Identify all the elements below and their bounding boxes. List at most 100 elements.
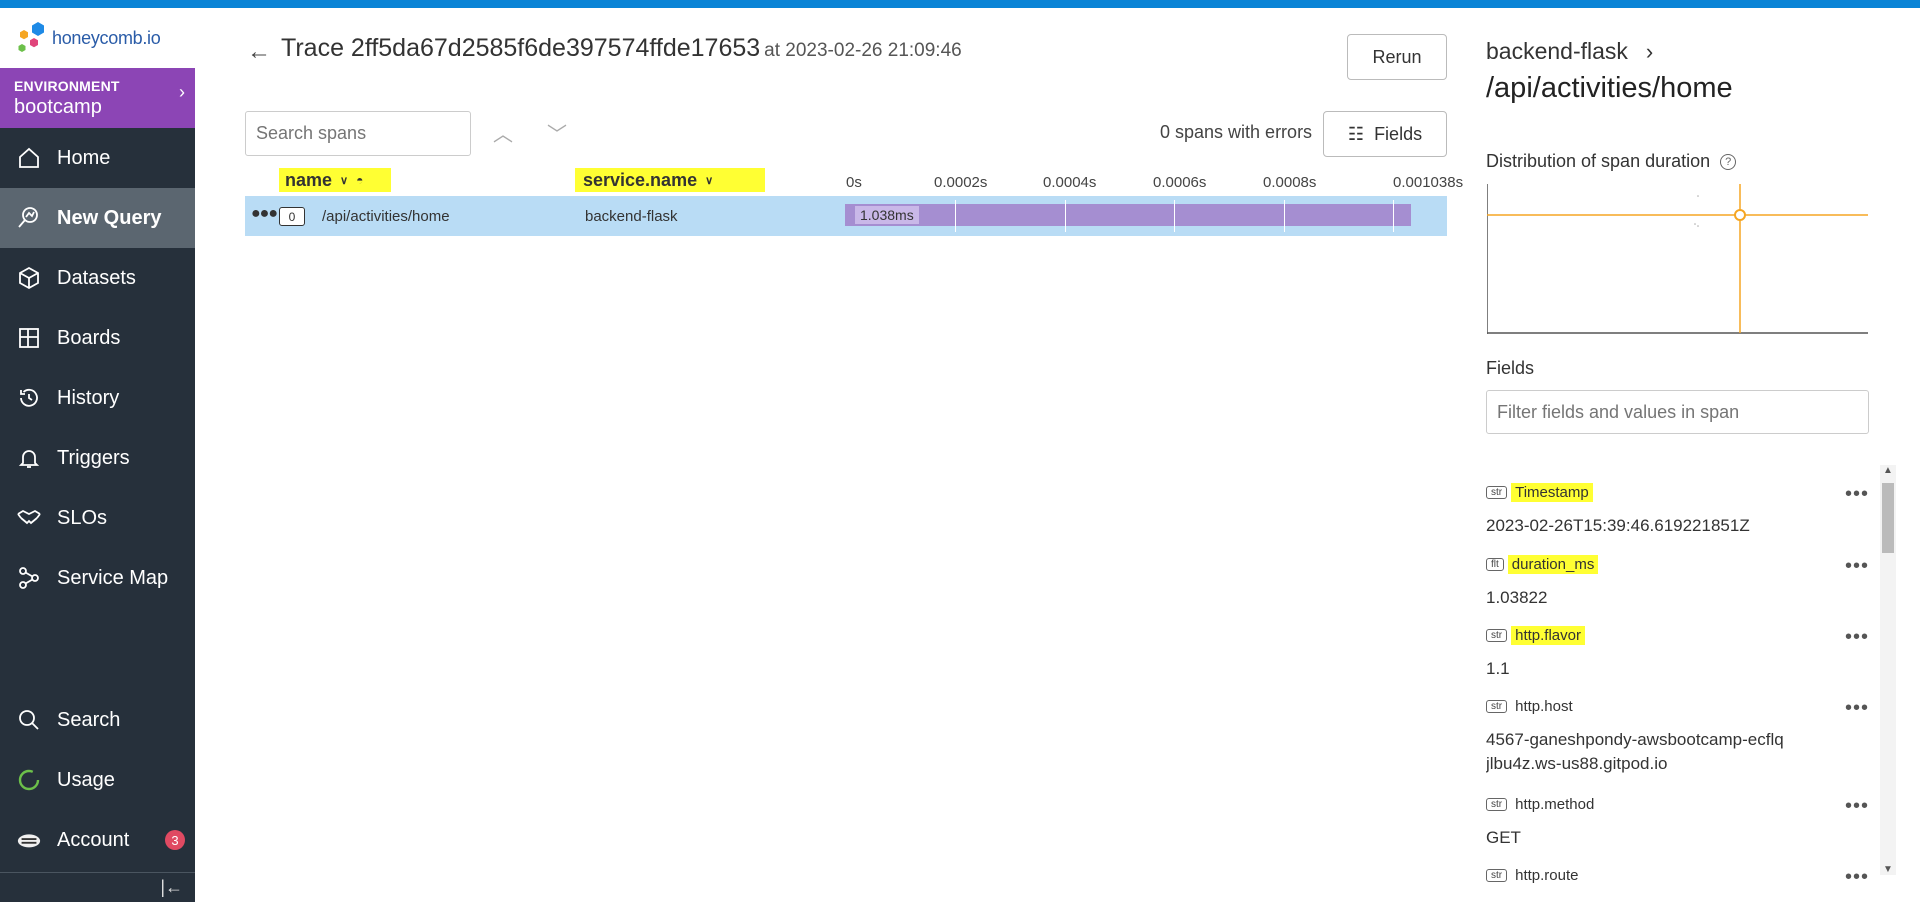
graph-icon: [16, 565, 42, 591]
span-row[interactable]: ●●● 0 /api/activities/home backend-flask…: [245, 196, 1447, 236]
field-type-badge: str: [1486, 869, 1508, 882]
trace-panel: ← Trace 2ff5da67d2585f6de397574ffde17653…: [195, 8, 1463, 902]
top-accent-bar: [0, 0, 1920, 8]
nav-search-label: Search: [57, 708, 121, 731]
nav-datasets[interactable]: Datasets: [0, 248, 195, 308]
nav-new-query[interactable]: New Query: [0, 188, 195, 248]
nav-home[interactable]: Home: [0, 128, 195, 188]
fields-button[interactable]: ☷ Fields: [1323, 111, 1447, 157]
more-options-icon[interactable]: ●●●: [251, 205, 278, 223]
nav-search[interactable]: Search: [0, 690, 195, 750]
detail-service[interactable]: backend-flask ›: [1486, 38, 1653, 65]
nav-new-query-label: New Query: [57, 206, 162, 229]
nav-history-label: History: [57, 386, 120, 409]
chart-current-point: [1734, 209, 1746, 221]
field-name: http.route: [1515, 867, 1579, 883]
sort-indicator-icon: ◓: [356, 173, 364, 187]
nav-account-label: Account: [57, 828, 130, 851]
bell-icon: [16, 445, 42, 471]
field-item: str http.host ••• 4567-ganeshpondy-awsboo…: [1486, 697, 1869, 776]
field-item: str Timestamp ••• 2023-02-26T15:39:46.619…: [1486, 483, 1869, 538]
scroll-down-icon[interactable]: ▼: [1883, 864, 1893, 875]
cube-icon: [16, 265, 42, 291]
nav-history[interactable]: History: [0, 368, 195, 428]
back-arrow-icon[interactable]: ←: [247, 38, 271, 66]
account-notification-badge: 3: [165, 830, 185, 850]
detail-endpoint: /api/activities/home: [1486, 72, 1733, 104]
nav-service-map-label: Service Map: [57, 566, 169, 589]
field-type-badge: str: [1486, 798, 1508, 811]
column-header-service-label: service.name: [583, 169, 698, 190]
field-value: 2023-02-26T15:39:46.619221851Z: [1486, 516, 1750, 535]
chart-scatter-point: [1697, 225, 1699, 227]
nav-account[interactable]: Account 3: [0, 810, 195, 870]
honeycomb-logo-icon: [18, 22, 44, 52]
query-icon: [16, 205, 42, 231]
logo[interactable]: honeycomb.io: [0, 8, 195, 68]
rerun-button[interactable]: Rerun: [1347, 34, 1447, 80]
trace-timestamp: at 2023-02-26 21:09:46: [764, 40, 962, 61]
chevron-down-icon: ∨: [705, 174, 714, 187]
chart-scatter-point: [1694, 223, 1696, 225]
chevron-right-icon: ›: [179, 82, 185, 102]
nav-triggers[interactable]: Triggers: [0, 428, 195, 488]
axis-tick: 0.0008s: [1263, 174, 1317, 191]
column-header-name[interactable]: name ∨ ◓: [279, 168, 391, 192]
field-list-scrollbar[interactable]: ▲ ▼: [1880, 465, 1896, 875]
timeline-gridline: [1393, 200, 1394, 232]
fields-title: Fields: [1486, 358, 1535, 378]
distribution-title: Distribution of span duration ?: [1486, 151, 1737, 172]
span-duration-label: 1.038ms: [855, 206, 919, 224]
nav-boards[interactable]: Boards: [0, 308, 195, 368]
nav-datasets-label: Datasets: [57, 266, 136, 289]
span-index: 0: [279, 207, 305, 226]
bee-icon: [16, 827, 42, 853]
nav-usage-label: Usage: [57, 768, 115, 791]
field-value: 1.1: [1486, 659, 1510, 678]
field-name: http.method: [1515, 796, 1595, 813]
duration-distribution-chart: [1487, 184, 1868, 334]
field-type-badge: str: [1486, 700, 1508, 713]
nav-home-label: Home: [57, 146, 111, 169]
filter-fields-input[interactable]: [1486, 390, 1869, 434]
chart-scatter-point: [1697, 195, 1699, 197]
nav-slos[interactable]: SLOs: [0, 488, 195, 548]
scrollbar-thumb[interactable]: [1882, 483, 1894, 553]
field-value: 1.03822: [1486, 588, 1548, 607]
more-options-icon[interactable]: •••: [1845, 555, 1869, 578]
scroll-up-icon[interactable]: ▲: [1883, 465, 1893, 476]
usage-icon: [16, 767, 42, 793]
nav-service-map[interactable]: Service Map: [0, 548, 195, 608]
chevron-down-icon[interactable]: ﹀: [547, 118, 567, 147]
more-options-icon[interactable]: •••: [1845, 626, 1869, 649]
more-options-icon[interactable]: •••: [1845, 697, 1869, 720]
fields-button-label: Fields: [1374, 123, 1423, 144]
chevron-up-icon[interactable]: ︿: [493, 118, 513, 147]
timeline-gridline: [1174, 200, 1175, 232]
field-item: str http.route •••: [1486, 866, 1869, 883]
field-item: str http.flavor ••• 1.1: [1486, 626, 1869, 681]
field-type-badge: str: [1486, 486, 1508, 499]
more-options-icon[interactable]: •••: [1845, 866, 1869, 883]
more-options-icon[interactable]: •••: [1845, 483, 1869, 506]
chevron-right-icon: ›: [1645, 38, 1654, 64]
environment-selector[interactable]: ENVIRONMENT bootcamp ›: [0, 68, 195, 128]
axis-tick: 0s: [846, 174, 862, 191]
column-header-service[interactable]: service.name ∨: [575, 168, 765, 192]
errors-count: 0 spans with errors: [1160, 122, 1313, 142]
help-icon[interactable]: ?: [1720, 153, 1737, 170]
nav-slos-label: SLOs: [57, 506, 108, 529]
field-type-badge: flt: [1486, 558, 1504, 571]
span-detail-panel: backend-flask › /api/activities/home Dis…: [1455, 8, 1920, 902]
search-spans-input[interactable]: [245, 111, 471, 156]
span-duration-bar[interactable]: [845, 204, 1411, 226]
handshake-icon: [16, 505, 42, 531]
collapse-sidebar-button[interactable]: |←: [0, 872, 195, 902]
nav-usage[interactable]: Usage: [0, 750, 195, 810]
home-icon: [16, 145, 42, 171]
more-options-icon[interactable]: •••: [1845, 795, 1869, 818]
axis-tick: 0.0002s: [934, 174, 988, 191]
trace-title: Trace 2ff5da67d2585f6de397574ffde17653 at…: [281, 34, 962, 63]
column-header-name-label: name: [285, 169, 333, 190]
field-item: str http.method ••• GET: [1486, 795, 1869, 850]
